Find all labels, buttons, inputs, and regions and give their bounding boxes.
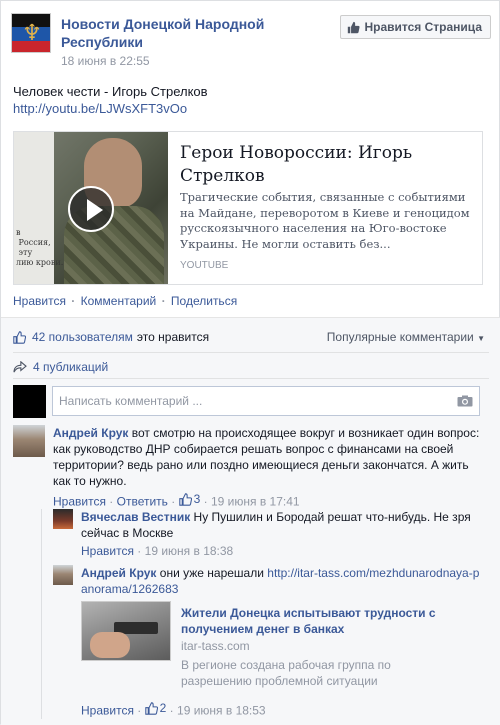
- likes-count[interactable]: 42 пользователям: [32, 330, 133, 344]
- comment-author[interactable]: Вячеслав Вестник: [81, 510, 190, 524]
- comment-placeholder: Написать комментарий ...: [59, 394, 203, 408]
- comment-link[interactable]: Комментарий: [81, 294, 157, 308]
- comment-likes[interactable]: 3: [178, 491, 201, 507]
- thumbs-up-icon: [144, 701, 158, 715]
- like-page-label: Нравится Страница: [364, 20, 482, 34]
- share-source: YOUTUBE: [180, 260, 229, 271]
- divider: [13, 352, 489, 353]
- comment-sort-label: Популярные комментарии: [326, 330, 474, 344]
- comment-text-block: Андрей Крук вот смотрю на происходящее в…: [53, 425, 489, 489]
- caret-down-icon: ▼: [477, 334, 485, 343]
- post-header: ♆ Новости Донецкой Народной Республики 1…: [11, 13, 491, 71]
- video-thumbnail[interactable]: в Россия, эту лию крови.: [14, 132, 168, 284]
- avatar[interactable]: [13, 425, 45, 457]
- attachment-title[interactable]: Жители Донецка испытывают трудности с по…: [181, 605, 461, 637]
- share-title[interactable]: Герои Новороссии: Игорь Стрелков: [180, 142, 470, 188]
- divider: [13, 378, 489, 379]
- shared-video-card[interactable]: в Россия, эту лию крови. Герои Новоросси…: [13, 131, 483, 285]
- thumbnail-caption: в Россия, эту лию крови.: [16, 228, 64, 267]
- like-page-button[interactable]: Нравится Страница: [340, 15, 491, 39]
- attachment-image[interactable]: [81, 601, 171, 661]
- page-avatar[interactable]: ♆: [11, 13, 51, 53]
- post-actions: Нравится · Комментарий · Поделиться: [13, 294, 238, 308]
- thumbs-up-icon: [178, 492, 192, 506]
- comment-meta: Нравится · 2 · 19 июня в 18:53: [81, 701, 266, 718]
- shares-summary[interactable]: 4 публикаций: [13, 360, 108, 374]
- avatar[interactable]: [53, 565, 73, 585]
- thumbs-up-icon: [13, 330, 26, 344]
- thumbs-up-icon: [348, 21, 361, 33]
- comment-likes-count: 2: [159, 701, 167, 715]
- comment-text-prefix: они уже нарешали: [159, 566, 264, 580]
- comment-time[interactable]: 19 июня в 17:41: [211, 495, 300, 509]
- likes-summary: 42 пользователям это нравится Популярные…: [13, 328, 489, 346]
- comment-meta: Нравится · 19 июня в 18:38: [81, 544, 234, 558]
- share-arrow-icon: [13, 361, 27, 373]
- comment-like-link[interactable]: Нравится: [53, 495, 106, 509]
- comment-like-link[interactable]: Нравится: [81, 704, 134, 718]
- comment-time[interactable]: 19 июня в 18:38: [145, 544, 234, 558]
- comment-author[interactable]: Андрей Крук: [81, 566, 156, 580]
- page-name[interactable]: Новости Донецкой Народной Республики: [61, 15, 311, 51]
- reply-thread-line: [41, 509, 42, 719]
- comment-likes-count: 3: [193, 492, 201, 506]
- attachment-source: itar-tass.com: [181, 639, 250, 653]
- post-link[interactable]: http://youtu.be/LJWsXFT3vOo: [13, 101, 187, 116]
- like-link[interactable]: Нравится: [13, 294, 66, 308]
- comment-author[interactable]: Андрей Крук: [53, 426, 128, 440]
- eagle-icon: ♆: [22, 21, 42, 46]
- comment-input[interactable]: Написать комментарий ...: [52, 386, 480, 416]
- comment-meta: Нравится · Ответить · 3 · 19 июня в 17:4…: [53, 491, 300, 509]
- post-timestamp[interactable]: 18 июня в 22:55: [61, 54, 150, 68]
- comment-text-block: Вячеслав Вестник Ну Пушилин и Бородай ре…: [81, 509, 481, 541]
- post-card: ♆ Новости Донецкой Народной Республики 1…: [0, 0, 500, 725]
- comment-reply-link[interactable]: Ответить: [117, 495, 168, 509]
- comment-time[interactable]: 19 июня в 18:53: [177, 704, 266, 718]
- share-link[interactable]: Поделиться: [171, 294, 237, 308]
- post-text: Человек чести - Игорь Стрелков: [13, 84, 208, 99]
- avatar[interactable]: [53, 509, 73, 529]
- link-attachment[interactable]: Жители Донецка испытывают трудности с по…: [81, 601, 481, 688]
- play-icon[interactable]: [68, 186, 114, 232]
- shares-count: 4 публикаций: [33, 360, 109, 374]
- user-avatar: [13, 385, 46, 418]
- camera-icon[interactable]: [457, 395, 473, 407]
- comment-like-link[interactable]: Нравится: [81, 544, 134, 558]
- likes-text: это нравится: [136, 330, 210, 344]
- comment-likes[interactable]: 2: [144, 701, 167, 715]
- comment-text-block: Андрей Крук они уже нарешали http://itar…: [81, 565, 481, 597]
- comment-sort-dropdown[interactable]: Популярные комментарии ▼: [327, 330, 485, 344]
- attachment-description: В регионе создана рабочая группа по разр…: [181, 658, 391, 688]
- share-description: Трагические события, связанные с события…: [180, 190, 470, 251]
